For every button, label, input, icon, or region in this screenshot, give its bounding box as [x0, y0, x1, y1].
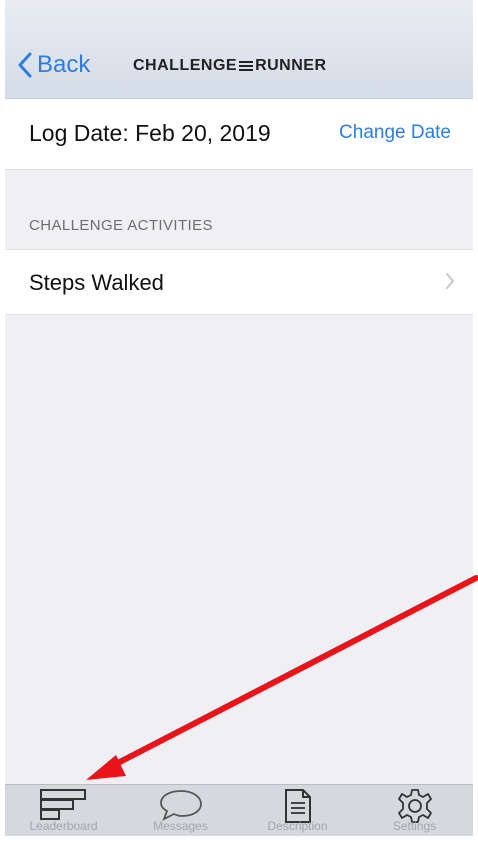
app-screen: Back CHALLENGE RUNNER Log Date: Feb 20, …: [5, 0, 473, 836]
list-item-steps-walked[interactable]: Steps Walked: [5, 249, 473, 315]
chevron-left-icon: [18, 52, 32, 78]
back-button[interactable]: Back: [17, 48, 90, 82]
messages-icon: [159, 790, 202, 821]
tab-label: Leaderboard: [29, 819, 98, 833]
log-date-text: Log Date: Feb 20, 2019: [29, 120, 271, 146]
leaderboard-icon: [39, 789, 86, 820]
tab-settings[interactable]: Settings: [356, 785, 473, 836]
brand-text-left: CHALLENGE: [133, 57, 238, 74]
back-button-label: Back: [37, 51, 91, 78]
tab-messages[interactable]: Messages: [122, 785, 239, 836]
tab-leaderboard[interactable]: Leaderboard: [5, 785, 122, 836]
activity-label: Steps Walked: [29, 270, 164, 295]
navigation-bar: Back CHALLENGE RUNNER: [5, 0, 473, 99]
change-date-button[interactable]: Change Date: [339, 122, 451, 144]
brand-lines-icon: [239, 59, 254, 73]
chevron-right-icon: [446, 273, 454, 289]
brand-text-right: RUNNER: [255, 57, 327, 74]
tab-label: Messages: [153, 819, 208, 833]
section-header-activities: CHALLENGE ACTIVITIES: [29, 217, 213, 234]
tab-label: Description: [267, 819, 328, 833]
tab-bar: Leaderboard Messages Description Setting…: [5, 784, 473, 836]
tab-description[interactable]: Description: [239, 785, 356, 836]
log-date-row: Log Date: Feb 20, 2019 Change Date: [5, 99, 473, 170]
tab-label: Settings: [392, 819, 437, 833]
app-logo: CHALLENGE RUNNER: [133, 57, 327, 75]
